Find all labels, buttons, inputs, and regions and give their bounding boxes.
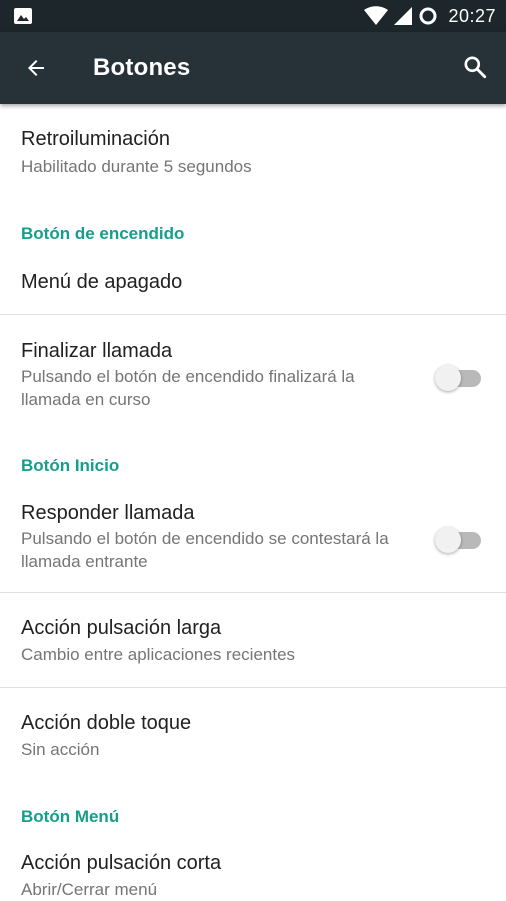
setting-summary: Pulsando el botón de encendido se contes… — [21, 529, 389, 571]
arrow-left-icon[interactable] — [24, 56, 48, 80]
switch-thumb — [435, 365, 461, 391]
setting-summary: Sin acción — [21, 740, 100, 759]
setting-title: Retroiluminación — [21, 128, 170, 150]
setting-title: Acción pulsación larga — [21, 617, 222, 639]
image-icon — [14, 8, 32, 24]
setting-double-tap[interactable]: Acción doble toque Sin acción — [0, 688, 506, 786]
setting-summary: Pulsando el botón de encendido finalizar… — [21, 367, 355, 409]
battery-ring-icon — [419, 7, 437, 25]
setting-title: Acción pulsación corta — [21, 852, 222, 874]
switch-thumb — [435, 527, 461, 553]
setting-long-press[interactable]: Acción pulsación larga Cambio entre apli… — [0, 593, 506, 687]
setting-power-menu[interactable]: Menú de apagado — [0, 250, 506, 314]
end-call-switch[interactable] — [433, 363, 485, 393]
setting-end-call[interactable]: Finalizar llamada Pulsando el botón de e… — [0, 315, 506, 425]
wifi-icon — [364, 6, 389, 25]
signal-icon — [394, 7, 413, 25]
setting-title: Menú de apagado — [21, 271, 183, 293]
answer-call-switch[interactable] — [433, 525, 485, 555]
setting-summary: Abrir/Cerrar menú — [21, 880, 158, 899]
section-header-power: Botón de encendido — [21, 224, 185, 243]
search-icon[interactable] — [462, 54, 488, 80]
settings-list: Retroiluminación Habilitado durante 5 se… — [0, 104, 506, 899]
section-header-home: Botón Inicio — [21, 456, 120, 475]
setting-summary: Cambio entre aplicaciones recientes — [21, 645, 296, 664]
status-time: 20:27 — [448, 5, 496, 26]
status-icons: 20:27 — [364, 0, 496, 32]
page-title: Botones — [93, 54, 191, 81]
status-bar: 20:27 — [0, 0, 506, 32]
setting-title: Acción doble toque — [21, 712, 192, 734]
setting-backlight[interactable]: Retroiluminación Habilitado durante 5 se… — [0, 104, 506, 204]
setting-title: Responder llamada — [21, 502, 195, 524]
app-bar: Botones — [0, 32, 506, 104]
setting-answer-call[interactable]: Responder llamada Pulsando el botón de e… — [0, 484, 506, 592]
setting-short-press[interactable]: Acción pulsación corta Abrir/Cerrar menú — [0, 837, 506, 899]
setting-title: Finalizar llamada — [21, 340, 173, 362]
section-header-menu: Botón Menú — [21, 807, 120, 826]
setting-summary: Habilitado durante 5 segundos — [21, 157, 252, 176]
